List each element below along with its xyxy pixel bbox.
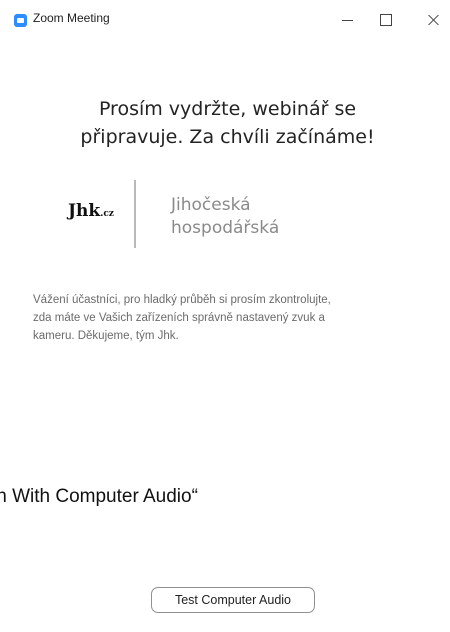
waiting-message: Vážení účastníci, pro hladký průběh si p… — [33, 291, 433, 345]
logo-text: Jhk — [68, 201, 101, 221]
close-icon — [428, 14, 440, 26]
join-audio-caption: in With Computer Audio“ — [0, 486, 198, 507]
minimize-icon — [341, 19, 353, 21]
close-button[interactable] — [419, 6, 449, 34]
message-line-1: Vážení účastníci, pro hladký průběh si p… — [33, 294, 331, 306]
zoom-camera-icon — [14, 14, 27, 27]
maximize-button[interactable] — [371, 6, 401, 34]
message-line-3: kameru. Děkujeme, tým Jhk. — [33, 330, 179, 342]
jhk-logo: Jhk.cz — [68, 201, 114, 221]
zoom-meeting-window: Zoom Meeting Prosím vydržte, webinář se … — [0, 0, 450, 632]
logo-tld: .cz — [100, 209, 114, 219]
title-bar: Zoom Meeting — [0, 0, 450, 40]
headline-line-2: připravuje. Za chvíli začínáme! — [80, 126, 375, 148]
org-name-line-2: hospodářská — [171, 218, 280, 238]
organization-name: Jihočeská hospodářská — [171, 194, 279, 240]
message-line-2: zda máte ve Vašich zařízeních správně na… — [33, 312, 325, 324]
window-title: Zoom Meeting — [33, 11, 110, 25]
organizer-branding: Jhk.cz Jihočeská hospodářská — [30, 180, 420, 260]
maximize-icon — [380, 14, 392, 26]
waiting-headline: Prosím vydržte, webinář se připravuje. Z… — [40, 95, 415, 151]
test-computer-audio-button[interactable]: Test Computer Audio — [151, 587, 315, 613]
headline-line-1: Prosím vydržte, webinář se — [98, 98, 357, 120]
minimize-button[interactable] — [332, 6, 362, 34]
logo-divider — [134, 180, 136, 248]
org-name-line-1: Jihočeská — [171, 195, 251, 215]
